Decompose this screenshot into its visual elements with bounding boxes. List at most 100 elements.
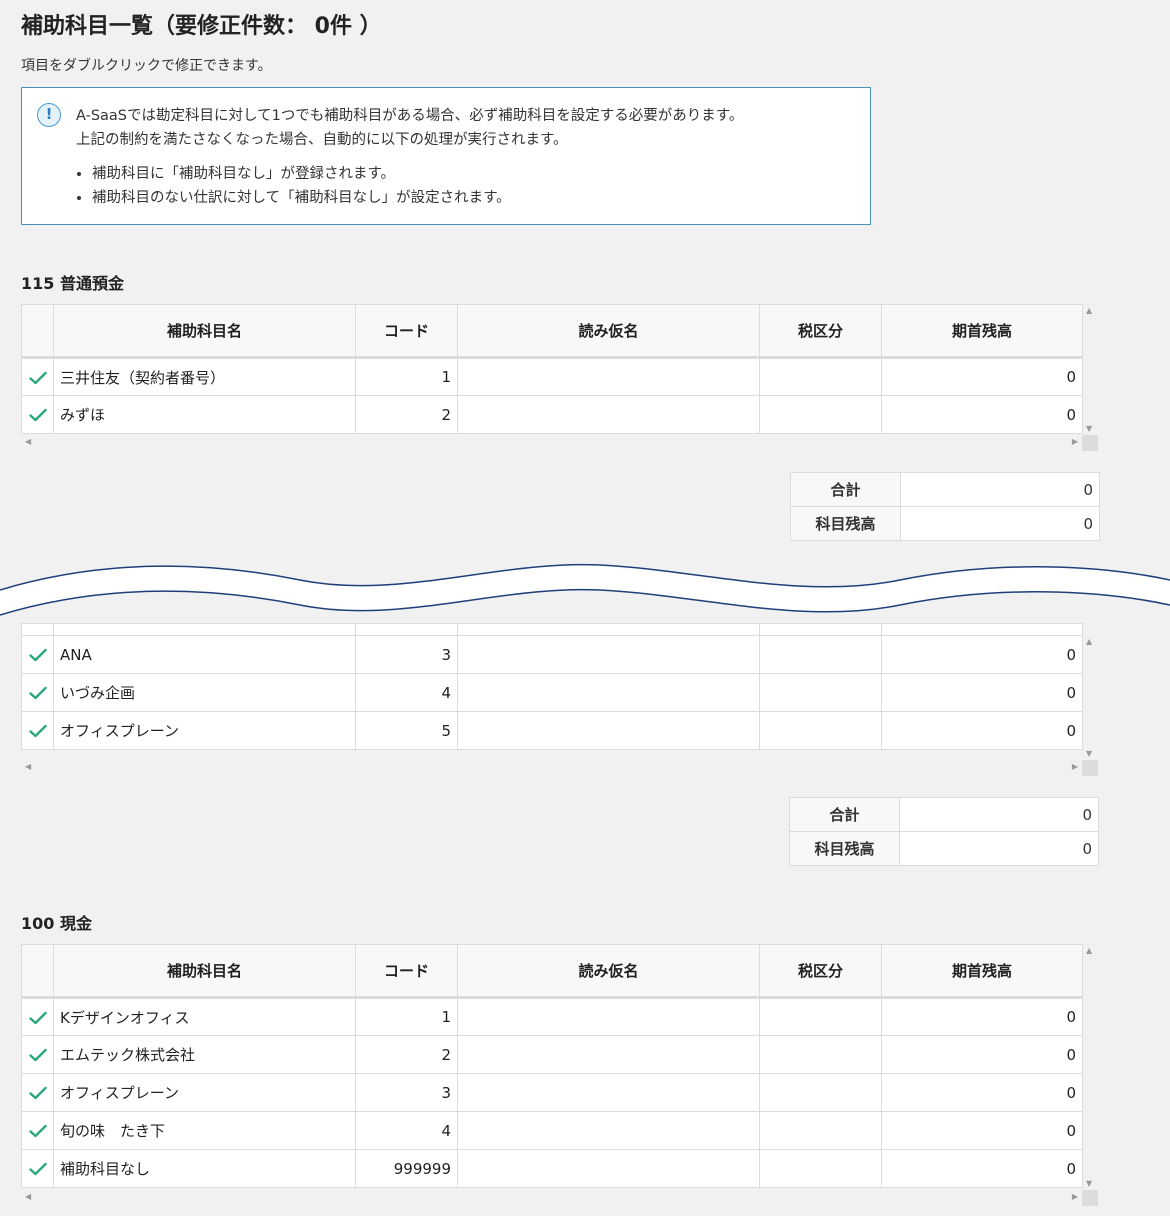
subaccount-name-cell[interactable]: オフィスプレーン	[53, 1073, 356, 1112]
opening-balance-cell[interactable]: 0	[881, 1149, 1083, 1188]
kana-cell[interactable]	[457, 1149, 760, 1188]
scroll-down-arrow-icon[interactable]: ▼	[1086, 1179, 1092, 1188]
opening-balance-cell[interactable]: 0	[881, 1111, 1083, 1150]
code-cell[interactable]: 5	[355, 711, 458, 750]
header-check-cell	[21, 944, 54, 999]
row-status-cell	[21, 1073, 54, 1112]
opening-balance-cell[interactable]: 0	[881, 357, 1083, 396]
row-status-cell	[21, 395, 54, 434]
kana-cell[interactable]	[457, 997, 760, 1036]
horizontal-scrollbar[interactable]: ◀ ▶	[21, 760, 1082, 776]
totals-box-continued: 合計 0 科目残高 0	[789, 797, 1099, 866]
horizontal-scrollbar[interactable]: ◀ ▶	[21, 1190, 1082, 1206]
table-row[interactable]: Kデザインオフィス 1 0	[21, 997, 1083, 1036]
scroll-right-arrow-icon[interactable]: ▶	[1072, 762, 1078, 771]
notice-bullets: 補助科目に「補助科目なし」が登録されます。 補助科目のない仕訳に対して「補助科目…	[76, 162, 511, 210]
opening-balance-cell[interactable]: 0	[881, 635, 1083, 674]
horizontal-scrollbar[interactable]: ◀ ▶	[21, 435, 1082, 451]
tax-category-cell[interactable]	[759, 711, 882, 750]
vertical-scrollbar[interactable]: ▲ ▼	[1082, 635, 1098, 760]
column-header[interactable]: 期首残高	[881, 944, 1083, 999]
code-cell[interactable]: 1	[355, 997, 458, 1036]
subaccount-name-cell[interactable]: オフィスプレーン	[53, 711, 356, 750]
kana-cell[interactable]	[457, 395, 760, 434]
vertical-scrollbar[interactable]: ▲ ▼	[1082, 944, 1098, 1190]
scroll-right-arrow-icon[interactable]: ▶	[1072, 1192, 1078, 1201]
scroll-up-arrow-icon[interactable]: ▲	[1086, 946, 1092, 955]
subaccount-name-cell[interactable]: エムテック株式会社	[53, 1035, 356, 1074]
code-cell[interactable]: 4	[355, 673, 458, 712]
code-cell[interactable]: 999999	[355, 1149, 458, 1188]
scroll-left-arrow-icon[interactable]: ◀	[25, 437, 31, 446]
table-row[interactable]: ANA 3 0	[21, 635, 1083, 674]
subaccount-grid-100[interactable]: 補助科目名 コード 読み仮名 税区分 期首残高 Kデザインオフィス 1 0 エムテック株式会社 2…	[21, 944, 1098, 1206]
table-row[interactable]: オフィスプレーン 3 0	[21, 1073, 1083, 1112]
kana-cell[interactable]	[457, 673, 760, 712]
subaccount-name-cell[interactable]: みずほ	[53, 395, 356, 434]
column-header[interactable]: コード	[355, 944, 458, 999]
table-row[interactable]: 補助科目なし 999999 0	[21, 1149, 1083, 1188]
code-cell[interactable]: 4	[355, 1111, 458, 1150]
opening-balance-cell[interactable]: 0	[881, 395, 1083, 434]
code-cell[interactable]: 1	[355, 357, 458, 396]
scroll-left-arrow-icon[interactable]: ◀	[25, 1192, 31, 1201]
table-row[interactable]: いづみ企画 4 0	[21, 673, 1083, 712]
table-row[interactable]: 旬の味 たき下 4 0	[21, 1111, 1083, 1150]
column-header[interactable]: 補助科目名	[53, 304, 356, 359]
opening-balance-cell[interactable]: 0	[881, 1035, 1083, 1074]
column-header[interactable]: 期首残高	[881, 304, 1083, 359]
subaccount-name-cell[interactable]: 補助科目なし	[53, 1149, 356, 1188]
kana-cell[interactable]	[457, 711, 760, 750]
tax-category-cell[interactable]	[759, 1073, 882, 1112]
column-header[interactable]: 税区分	[759, 944, 882, 999]
scroll-down-arrow-icon[interactable]: ▼	[1086, 424, 1092, 433]
kana-cell[interactable]	[457, 1111, 760, 1150]
column-header[interactable]: コード	[355, 304, 458, 359]
scroll-up-arrow-icon[interactable]: ▲	[1086, 637, 1092, 646]
table-row[interactable]: オフィスプレーン 5 0	[21, 711, 1083, 750]
column-header[interactable]: 税区分	[759, 304, 882, 359]
subaccount-grid-continued[interactable]: ANA 3 0 いづみ企画 4 0 オフィスプレーン 5 0 ▲ ▼ ◀ ▶	[21, 623, 1098, 776]
kana-cell[interactable]	[457, 635, 760, 674]
opening-balance-cell[interactable]: 0	[881, 673, 1083, 712]
opening-balance-cell[interactable]: 0	[881, 1073, 1083, 1112]
vertical-scrollbar[interactable]: ▲ ▼	[1082, 304, 1098, 435]
tax-category-cell[interactable]	[759, 357, 882, 396]
subaccount-grid-115[interactable]: 補助科目名 コード 読み仮名 税区分 期首残高 三井住友（契約者番号） 1 0 みずほ 2 0 ▲ ▼ ◀…	[21, 304, 1098, 451]
totals-box-115: 合計 0 科目残高 0	[790, 472, 1100, 541]
subaccount-name-cell[interactable]: ANA	[53, 635, 356, 674]
code-cell[interactable]: 3	[355, 635, 458, 674]
account-balance-value: 0	[900, 506, 1100, 541]
scroll-left-arrow-icon[interactable]: ◀	[25, 762, 31, 771]
table-row[interactable]: みずほ 2 0	[21, 395, 1083, 434]
code-cell[interactable]: 2	[355, 1035, 458, 1074]
scroll-right-arrow-icon[interactable]: ▶	[1072, 437, 1078, 446]
tax-category-cell[interactable]	[759, 1149, 882, 1188]
subaccount-name-cell[interactable]: Kデザインオフィス	[53, 997, 356, 1036]
opening-balance-cell[interactable]: 0	[881, 711, 1083, 750]
subaccount-name-cell[interactable]: いづみ企画	[53, 673, 356, 712]
scroll-down-arrow-icon[interactable]: ▼	[1086, 749, 1092, 758]
tax-category-cell[interactable]	[759, 635, 882, 674]
check-icon	[28, 1046, 47, 1064]
tax-category-cell[interactable]	[759, 395, 882, 434]
row-status-cell	[21, 1149, 54, 1188]
tax-category-cell[interactable]	[759, 673, 882, 712]
kana-cell[interactable]	[457, 1035, 760, 1074]
tax-category-cell[interactable]	[759, 997, 882, 1036]
tax-category-cell[interactable]	[759, 1111, 882, 1150]
tax-category-cell[interactable]	[759, 1035, 882, 1074]
column-header[interactable]: 読み仮名	[457, 944, 760, 999]
kana-cell[interactable]	[457, 1073, 760, 1112]
kana-cell[interactable]	[457, 357, 760, 396]
subaccount-name-cell[interactable]: 旬の味 たき下	[53, 1111, 356, 1150]
code-cell[interactable]: 3	[355, 1073, 458, 1112]
scroll-up-arrow-icon[interactable]: ▲	[1086, 306, 1092, 315]
column-header[interactable]: 読み仮名	[457, 304, 760, 359]
column-header[interactable]: 補助科目名	[53, 944, 356, 999]
table-row[interactable]: エムテック株式会社 2 0	[21, 1035, 1083, 1074]
subaccount-name-cell[interactable]: 三井住友（契約者番号）	[53, 357, 356, 396]
opening-balance-cell[interactable]: 0	[881, 997, 1083, 1036]
table-row[interactable]: 三井住友（契約者番号） 1 0	[21, 357, 1083, 396]
code-cell[interactable]: 2	[355, 395, 458, 434]
